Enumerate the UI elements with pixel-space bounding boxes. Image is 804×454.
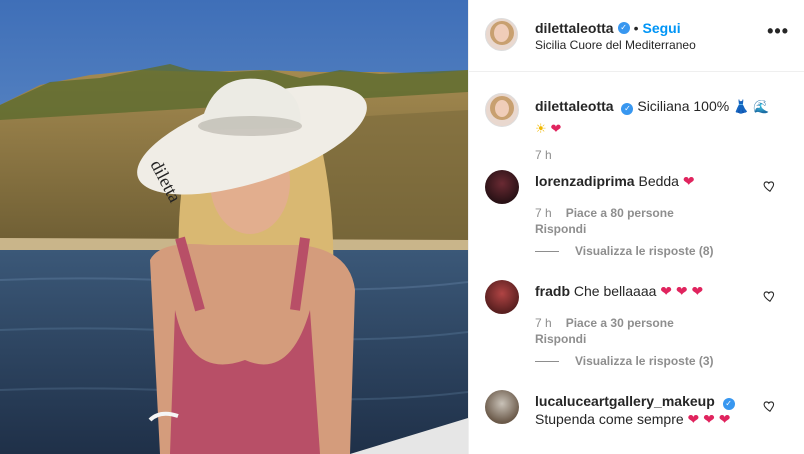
author-username[interactable]: dilettaleotta: [535, 20, 614, 36]
comment-body: lucaluceartgallery_makeup ✓: [535, 392, 735, 410]
reply-button[interactable]: Rispondi: [535, 222, 586, 236]
comment-time[interactable]: 7 h: [535, 206, 552, 220]
comment-avatar[interactable]: [485, 170, 519, 204]
red-heart-emoji-icon: ❤ ❤ ❤: [660, 283, 704, 299]
post-photo[interactable]: diletta: [0, 0, 468, 454]
author-avatar[interactable]: [485, 18, 518, 51]
comment-likes[interactable]: Piace a 30 persone: [566, 316, 674, 330]
red-heart-emoji-icon: ❤: [550, 122, 562, 137]
comment-meta: 7 h Piace a 30 persone: [535, 316, 674, 330]
verified-badge-icon: ✓: [617, 22, 630, 34]
separator-dot: •: [633, 20, 639, 36]
post-header: dilettaleotta ✓ • Segui Sicilia Cuore de…: [469, 0, 804, 72]
caption-time[interactable]: 7 h: [535, 148, 552, 162]
verified-badge-icon: ✓: [722, 398, 735, 410]
comment-username[interactable]: lorenzadiprima: [535, 173, 635, 189]
comment-actions: Rispondi: [535, 222, 586, 236]
heart-outline-icon[interactable]: [763, 289, 777, 303]
heart-outline-icon[interactable]: [763, 179, 777, 193]
comment-avatar[interactable]: [485, 390, 519, 424]
red-heart-emoji-icon: ❤ ❤ ❤: [687, 411, 731, 427]
more-options-icon[interactable]: •••: [767, 22, 789, 40]
comment-text: Che bellaaaa: [573, 283, 657, 299]
caption-avatar[interactable]: [485, 93, 519, 127]
view-replies-link[interactable]: Visualizza le risposte (8): [535, 244, 714, 258]
caption-text: Siciliana 100%: [637, 98, 730, 114]
post-location[interactable]: Sicilia Cuore del Mediterraneo: [535, 38, 696, 52]
comment-time[interactable]: 7 h: [535, 316, 552, 330]
comment-body: fradb Che bellaaaa ❤ ❤ ❤: [535, 282, 703, 300]
view-replies-label: Visualizza le risposte (3): [575, 354, 714, 368]
comment-body: lorenzadiprima Bedda ❤: [535, 172, 695, 190]
comment-username[interactable]: fradb: [535, 283, 570, 299]
post-side-panel: dilettaleotta ✓ • Segui Sicilia Cuore de…: [468, 0, 804, 454]
comment-username[interactable]: lucaluceartgallery_makeup: [535, 393, 715, 409]
comment-text: Stupenda come sempre: [535, 411, 684, 427]
comment-body-line: Stupenda come sempre ❤ ❤ ❤: [535, 410, 731, 428]
author-line: dilettaleotta ✓ • Segui: [535, 20, 681, 36]
comment-actions: Rispondi: [535, 332, 586, 346]
view-replies-link[interactable]: Visualizza le risposte (3): [535, 354, 714, 368]
reply-button[interactable]: Rispondi: [535, 332, 586, 346]
comment-avatar[interactable]: [485, 280, 519, 314]
caption: dilettaleotta ✓ Siciliana 100% 👗 🌊 ☀ ❤: [535, 96, 775, 140]
wave-emoji-icon: 🌊: [753, 100, 770, 115]
photo-illustration: diletta: [0, 0, 468, 454]
comment-text: Bedda: [638, 173, 679, 189]
replies-divider: [535, 250, 559, 252]
replies-divider: [535, 360, 559, 362]
comment-likes[interactable]: Piace a 80 persone: [566, 206, 674, 220]
caption-username[interactable]: dilettaleotta: [535, 98, 614, 114]
instagram-post-view: diletta dilettaleotta ✓ • Segui Sicilia …: [0, 0, 804, 454]
heart-outline-icon[interactable]: [763, 399, 777, 413]
follow-button[interactable]: Segui: [642, 20, 680, 36]
red-heart-emoji-icon: ❤: [682, 173, 695, 189]
view-replies-label: Visualizza le risposte (8): [575, 244, 714, 258]
comment-meta: 7 h Piace a 80 persone: [535, 206, 674, 220]
verified-badge-icon: ✓: [621, 103, 634, 115]
sun-emoji-icon: ☀: [535, 122, 547, 137]
dress-emoji-icon: 👗: [733, 100, 750, 115]
